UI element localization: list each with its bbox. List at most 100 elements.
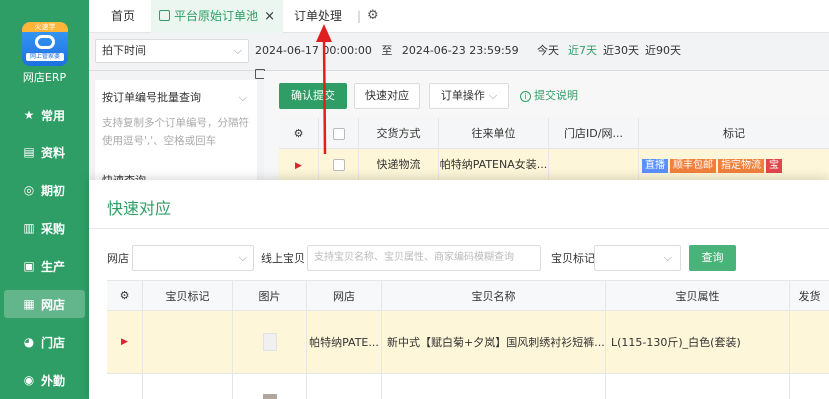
app-logo: 火速学 网上管家婆: [22, 22, 68, 66]
order-number-textarea[interactable]: 支持复制多个订单编号，分隔符 使用逗号','、空格或回车: [99, 114, 253, 158]
row-cell: [143, 374, 233, 399]
item-name: 新中式【赋白菊+夕岚】国风刺绣衬衫短裤...: [382, 311, 606, 373]
logo-tag: 火速学: [22, 22, 68, 32]
item-mark-select[interactable]: ⌵: [594, 245, 681, 271]
tab-order-process[interactable]: 订单处理: [294, 0, 342, 33]
item-shop: 帕特纳PATE...: [307, 311, 382, 373]
date-end: 2024-06-23 23:59:59: [401, 44, 519, 57]
pie-icon: ◕: [23, 335, 35, 349]
gear-icon[interactable]: ⚙: [279, 118, 319, 149]
date-start: 2024-06-17 00:00:00: [255, 44, 372, 57]
sidebar-item-label: 采购: [41, 221, 66, 236]
shop-select[interactable]: ⌵: [132, 245, 254, 271]
sidebar-item-label: 外勤: [41, 373, 66, 388]
column-header: 交货方式: [359, 118, 439, 149]
sidebar-item-label: 期初: [41, 183, 66, 198]
sidebar-item-production[interactable]: ▣ 生产: [4, 252, 85, 280]
list-icon: [159, 10, 170, 21]
date-range-picker[interactable]: 2024-06-17 00:00:00 至 2024-06-23 23:59:5…: [255, 39, 531, 79]
brand-name: 网店ERP: [22, 71, 67, 84]
column-header: 宝贝名称: [382, 281, 606, 310]
sidebar-item-initial[interactable]: ◎ 期初: [4, 176, 85, 204]
order-table: ⚙ 交货方式 往来单位 门店ID/网... 标记 ▶ 快递物流 帕特纳PATEN…: [279, 118, 829, 180]
date-to: 至: [381, 44, 393, 57]
badge: 指定物流: [718, 159, 764, 173]
item-image[interactable]: [233, 374, 307, 399]
tab-label: 平台原始订单池: [174, 9, 259, 23]
row-cell: [790, 374, 829, 399]
shop-label: 网店: [107, 252, 129, 265]
column-header: 发货: [798, 289, 821, 303]
sidebar-item-field[interactable]: ◉ 外勤: [4, 366, 85, 394]
quick-date-7days[interactable]: 近7天: [568, 39, 597, 63]
filter-bar: 拍下时间 ⌵ 2024-06-17 00:00:00 至 2024-06-23 …: [89, 33, 829, 79]
column-header: 网店: [307, 281, 382, 310]
badge: 宝: [766, 159, 782, 173]
column-header: 图片: [233, 281, 307, 310]
quick-date-90days[interactable]: 近90天: [645, 39, 681, 63]
logo-caption: 网上管家婆: [26, 53, 64, 61]
store-id: [549, 149, 639, 180]
info-icon: i: [520, 91, 531, 102]
placeholder-line: 使用逗号','、空格或回车: [102, 135, 217, 147]
query-mode-value: 按订单编号批量查询: [102, 91, 201, 104]
quick-match-dialog: 快速对应 网店 ⌵ 线上宝贝 支持宝贝名称、宝贝属性、商家编码模糊查询 宝贝标记…: [89, 180, 829, 399]
sidebar-item-label: 门店: [41, 335, 66, 350]
quick-match-button[interactable]: 快速对应: [354, 83, 420, 109]
sidebar-item-purchase[interactable]: ▥ 采购: [4, 214, 85, 242]
column-header: 宝贝标记: [143, 281, 233, 310]
mark-badges: 直播 顺丰包邮 指定物流宝: [639, 149, 829, 180]
product-thumbnail: [262, 394, 277, 399]
partner-name: 帕特纳PATENA女装...: [439, 149, 549, 180]
select-all-checkbox[interactable]: [319, 118, 359, 149]
sidebar-item-data[interactable]: ▤ 资料: [4, 138, 85, 166]
item-ship: [790, 311, 829, 373]
row-checkbox[interactable]: [319, 149, 359, 180]
chevron-down-icon: ⌵: [488, 89, 498, 102]
sidebar-item-store[interactable]: ◕ 门店: [4, 328, 85, 356]
sidebar: 火速学 网上管家婆 网店ERP ★ 常用 ▤ 资料 ◎ 期初 ▥ 采购 ▣ 生产…: [0, 0, 89, 399]
chevron-down-icon: ⌵: [238, 91, 247, 104]
document-icon: ▤: [23, 145, 35, 159]
badge: 直播: [642, 159, 668, 173]
time-type-select[interactable]: 拍下时间 ⌵: [95, 39, 249, 63]
gear-icon[interactable]: ⚙: [367, 8, 383, 24]
shop-icon: ▦: [23, 297, 35, 311]
barcode-icon: ▥: [23, 221, 35, 235]
quick-date-30days[interactable]: 近30天: [603, 39, 639, 63]
online-item-label: 线上宝贝: [261, 252, 305, 265]
compass-icon: ◉: [23, 373, 35, 387]
item-attributes: L(115-130斤)_白色(套装): [606, 311, 790, 373]
divider: [89, 228, 829, 229]
gear-icon[interactable]: ⚙: [107, 281, 143, 310]
confirm-submit-button[interactable]: 确认提交: [279, 83, 347, 109]
dialog-title: 快速对应: [107, 199, 172, 218]
table-row[interactable]: ▶ 帕特纳PATE... 新中式【赋白菊+夕岚】国风刺绣衬衫短裤... L(11…: [107, 311, 829, 374]
close-icon[interactable]: ×: [264, 0, 275, 33]
badge: 顺丰包邮: [670, 159, 716, 173]
item-mark-label: 宝贝标记: [551, 252, 595, 265]
table-row[interactable]: [107, 374, 829, 399]
tab-order-pool[interactable]: 平台原始订单池 ×: [151, 0, 283, 33]
quick-date-today[interactable]: 今天: [537, 39, 559, 63]
tab-separator: |: [357, 9, 362, 23]
box-icon: ▣: [23, 259, 35, 273]
online-item-input[interactable]: 支持宝贝名称、宝贝属性、商家编码模糊查询: [307, 245, 541, 271]
item-image[interactable]: [233, 311, 307, 373]
placeholder-line: 支持复制多个订单编号，分隔符: [102, 117, 249, 129]
tab-home[interactable]: 首页: [111, 0, 135, 33]
table-header: ⚙ 交货方式 往来单位 门店ID/网... 标记: [279, 118, 829, 149]
table-row[interactable]: ▶ 快递物流 帕特纳PATENA女装... 直播 顺丰包邮 指定物流宝: [279, 149, 829, 180]
column-header: 往来单位: [439, 118, 549, 149]
chevron-down-icon: ⌵: [663, 251, 672, 264]
product-thumbnail: [262, 333, 277, 351]
sidebar-item-label: 资料: [41, 145, 66, 160]
time-type-value: 拍下时间: [102, 44, 146, 57]
order-operation-dropdown[interactable]: 订单操作 ⌵: [429, 83, 509, 109]
star-icon: ★: [23, 108, 35, 122]
sidebar-item-shop[interactable]: ▦ 网店: [4, 290, 85, 318]
submit-help-link[interactable]: i 提交说明: [520, 83, 578, 109]
query-mode-select[interactable]: 按订单编号批量查询 ⌵: [99, 86, 253, 110]
sidebar-item-common[interactable]: ★ 常用: [4, 101, 85, 129]
search-button[interactable]: 查询: [689, 245, 736, 271]
